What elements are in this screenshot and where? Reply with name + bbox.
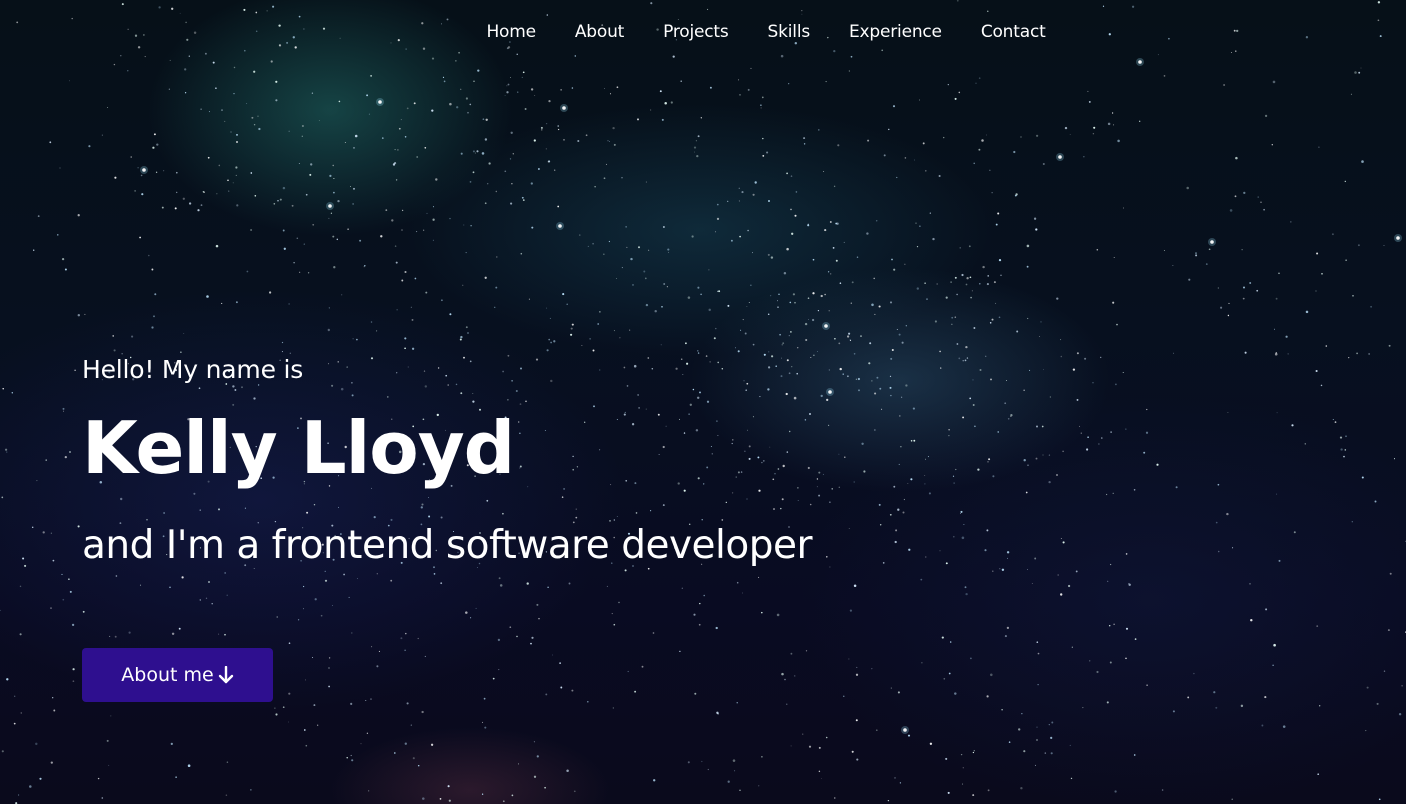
about-me-button[interactable]: About me (82, 648, 273, 702)
nav-link-skills[interactable]: Skills (748, 22, 829, 42)
nav-list: Home About Projects Skills Experience Co… (467, 22, 1065, 42)
hero-tagline: and I'm a frontend software developer (82, 523, 813, 568)
hero-name: Kelly Lloyd (82, 406, 515, 490)
nav-link-about[interactable]: About (555, 22, 643, 42)
nav-link-experience[interactable]: Experience (830, 22, 962, 42)
hero-greeting: Hello! My name is (82, 355, 304, 384)
nav-link-contact[interactable]: Contact (961, 22, 1065, 42)
arrow-down-icon (218, 665, 234, 684)
top-navigation: Home About Projects Skills Experience Co… (0, 18, 1406, 46)
about-me-button-label: About me (121, 664, 214, 686)
nav-link-projects[interactable]: Projects (644, 22, 748, 42)
hero-section: Hello! My name is Kelly Lloyd and I'm a … (82, 352, 813, 572)
nav-link-home[interactable]: Home (467, 22, 555, 42)
